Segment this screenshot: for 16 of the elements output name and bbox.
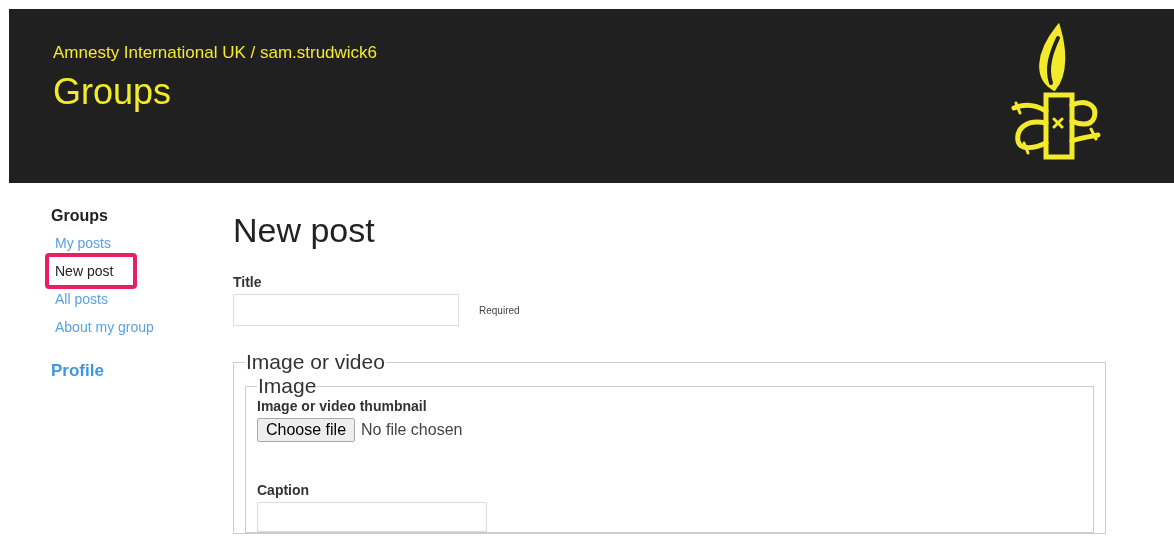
- sidebar-link[interactable]: New post: [45, 253, 138, 289]
- page-heading: New post: [233, 211, 376, 250]
- caption-input-field[interactable]: [257, 502, 487, 532]
- field-label: Caption: [257, 482, 311, 498]
- fieldset-legend: Image or video: [245, 350, 386, 374]
- breadcrumb: Amnesty International UK / sam.strudwick6: [53, 43, 378, 63]
- required-hint: Required: [479, 304, 520, 316]
- field-label: Title: [233, 274, 263, 290]
- file-status: No file chosen: [361, 421, 463, 439]
- field-label: Image or video thumbnail: [257, 398, 428, 414]
- choose-file-button[interactable]: Choose file: [257, 418, 356, 442]
- title-input-field[interactable]: [233, 294, 459, 326]
- site-title: Groups: [53, 71, 173, 113]
- sidebar-heading: Groups: [51, 207, 108, 225]
- fieldset-legend: Image: [257, 374, 318, 398]
- profile-link[interactable]: Profile: [51, 361, 104, 381]
